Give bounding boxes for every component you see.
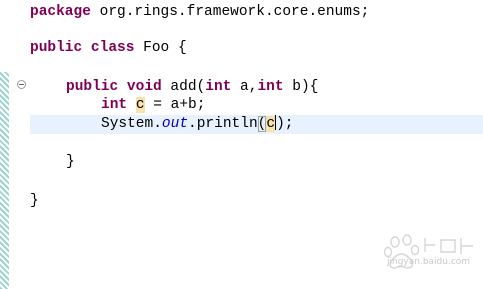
method-name: add(	[161, 79, 206, 95]
field-out: out	[161, 116, 189, 132]
code-line-method-signature[interactable]: public void add(int a,int b){	[66, 78, 318, 97]
code-line-println[interactable]: System.out.println(c);	[101, 115, 293, 134]
code-line-package[interactable]: package org.rings.framework.core.enums;	[30, 3, 369, 22]
code-editor[interactable]: package org.rings.framework.core.enums; …	[0, 0, 483, 289]
code-line-declaration[interactable]: int c = a+b;	[101, 96, 205, 115]
class-name: Foo {	[134, 40, 187, 56]
variable-occurrence-highlight[interactable]: c	[135, 97, 145, 113]
bracket-close: )	[276, 116, 285, 132]
change-ruler	[0, 72, 9, 289]
keyword-int: int	[101, 97, 128, 113]
keyword-class: class	[90, 40, 135, 56]
collapse-method-icon[interactable]	[17, 80, 26, 89]
semicolon: ;	[284, 116, 294, 132]
param-b: b){	[283, 79, 319, 95]
keyword-int: int	[257, 79, 284, 95]
keyword-public: public	[30, 40, 83, 56]
keyword-package: package	[30, 4, 91, 20]
assignment-expression: = a+b;	[144, 97, 206, 113]
code-line-method-close[interactable]: }	[66, 153, 75, 172]
closing-brace: }	[66, 154, 75, 170]
keyword-int: int	[205, 79, 232, 95]
println-method: .println	[188, 116, 258, 132]
keyword-void: void	[126, 79, 162, 95]
package-name: org.rings.framework.core.enums;	[90, 4, 370, 20]
code-line-class[interactable]: public class Foo {	[30, 39, 187, 58]
closing-brace: }	[30, 193, 39, 209]
variable-occurrence-highlight[interactable]: c	[266, 116, 276, 132]
keyword-public: public	[66, 79, 119, 95]
watermark-text: jingyan.baidu.com	[387, 257, 471, 267]
param-a: a,	[231, 79, 258, 95]
code-line-class-close[interactable]: }	[30, 192, 39, 211]
system-class: System.	[101, 116, 162, 132]
